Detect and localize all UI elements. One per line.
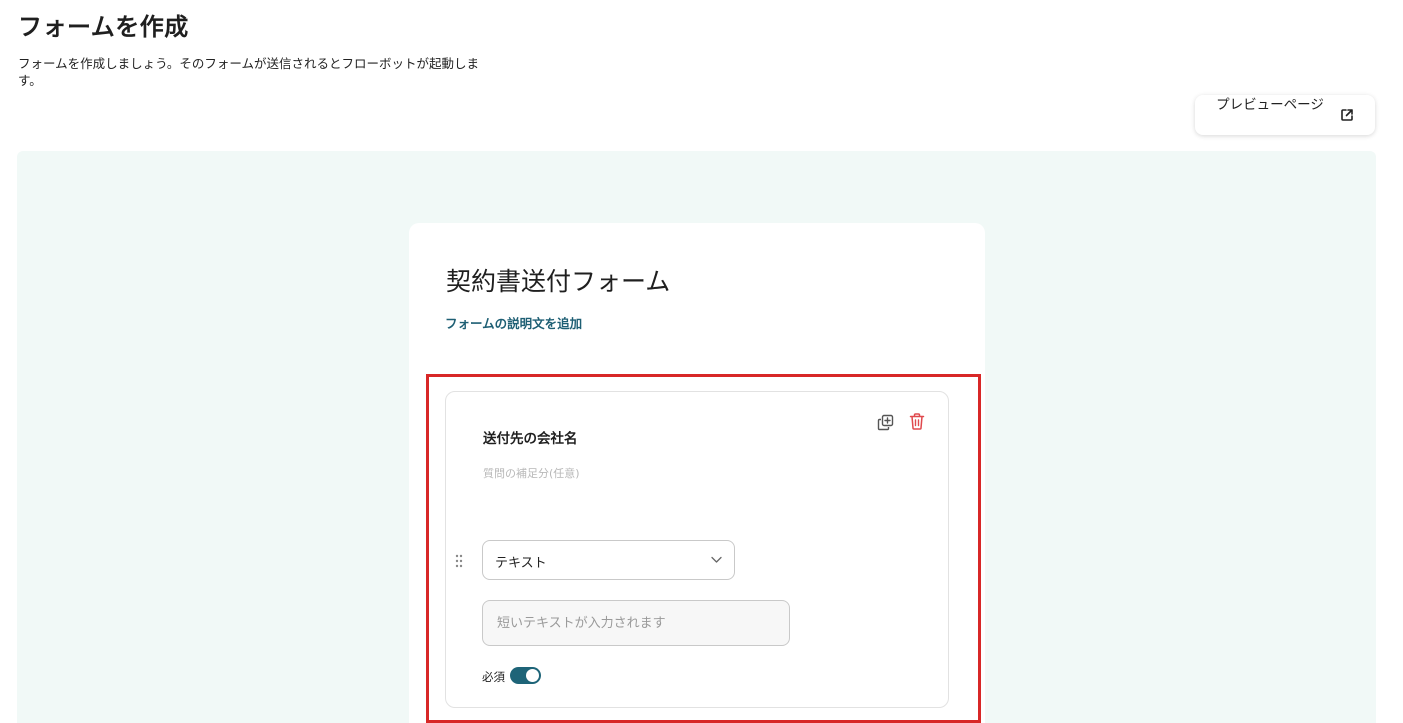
required-toggle[interactable] xyxy=(510,667,541,684)
question-type-select[interactable]: テキスト xyxy=(482,540,735,580)
external-link-icon xyxy=(1341,109,1353,121)
question-card[interactable]: 送付先の会社名 質問の補足分(任意) テキスト 必須 xyxy=(445,391,949,708)
chevron-down-icon xyxy=(711,556,722,563)
form-title[interactable]: 契約書送付フォーム xyxy=(446,262,670,298)
required-label: 必須 xyxy=(482,670,505,684)
drag-handle-icon[interactable] xyxy=(454,554,464,568)
page-description: フォームを作成しましょう。そのフォームが送信されるとフローボットが起動します。 xyxy=(18,56,480,88)
answer-preview-input[interactable] xyxy=(482,600,790,646)
toggle-knob xyxy=(526,669,539,682)
question-type-value: テキスト xyxy=(495,556,547,571)
question-title[interactable]: 送付先の会社名 xyxy=(483,427,578,447)
copy-icon[interactable] xyxy=(877,414,894,431)
add-form-description-link[interactable]: フォームの説明文を追加 xyxy=(445,313,582,332)
preview-page-label: プレビューページ xyxy=(1216,97,1324,113)
page-title: フォームを作成 xyxy=(18,13,189,41)
trash-icon[interactable] xyxy=(909,413,925,430)
preview-page-button[interactable]: プレビューページ xyxy=(1195,95,1375,135)
question-hint-field[interactable]: 質問の補足分(任意) xyxy=(483,465,580,481)
